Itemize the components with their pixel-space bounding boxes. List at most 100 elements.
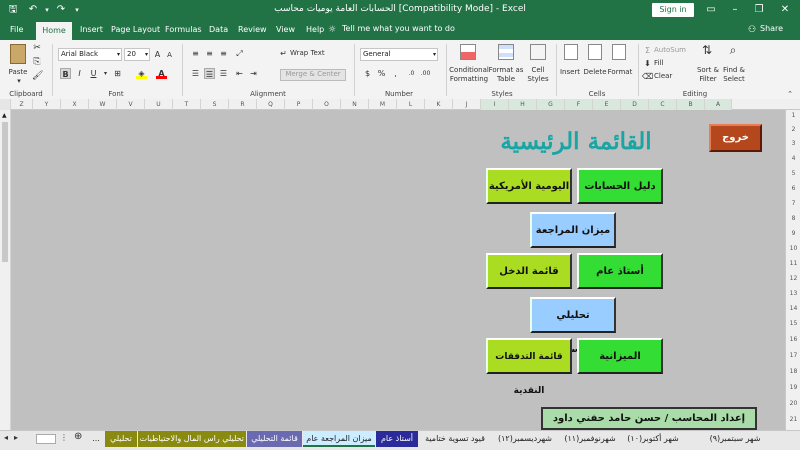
sheet-tab-active[interactable]: ميزان المراجعة عام bbox=[303, 431, 375, 447]
row-header[interactable]: 18 bbox=[786, 368, 800, 375]
paste-icon[interactable] bbox=[10, 44, 26, 64]
row-header[interactable]: 12 bbox=[786, 275, 800, 282]
number-format-combo[interactable]: General ▾ bbox=[360, 48, 438, 61]
eraser-icon[interactable]: ⌫ bbox=[642, 71, 653, 82]
sheet-tab[interactable]: شهر أكتوبر(١٠) bbox=[622, 431, 684, 447]
row-header[interactable]: 5 bbox=[786, 170, 800, 177]
sort-filter-icon[interactable]: ⇅ bbox=[700, 43, 714, 57]
cash-flow-button[interactable]: قائمة التدفقات النقدية bbox=[486, 338, 572, 396]
fill-button[interactable]: Fill bbox=[654, 59, 663, 68]
american-journal-button[interactable]: اليومية الأمريكية bbox=[486, 168, 572, 204]
close-icon[interactable]: ✕ bbox=[774, 2, 796, 18]
column-header[interactable]: P bbox=[285, 99, 313, 110]
row-header[interactable]: 15 bbox=[786, 320, 800, 327]
column-header[interactable]: W bbox=[89, 99, 117, 110]
row-header[interactable]: 17 bbox=[786, 352, 800, 359]
column-header[interactable]: Z bbox=[11, 99, 33, 110]
merge-center-button[interactable]: Merge & Center bbox=[280, 69, 346, 81]
conditional-formatting-button[interactable]: Conditional Formatting bbox=[448, 66, 490, 84]
column-header[interactable]: X bbox=[61, 99, 89, 110]
column-header[interactable]: M bbox=[369, 99, 397, 110]
wrap-text-button[interactable]: Wrap Text bbox=[290, 49, 325, 58]
underline-icon[interactable]: U bbox=[88, 68, 99, 79]
copy-icon[interactable]: ⎘ bbox=[32, 58, 42, 67]
column-header[interactable]: D bbox=[621, 99, 649, 110]
row-header[interactable]: 8 bbox=[786, 215, 800, 222]
column-header[interactable]: J bbox=[453, 99, 481, 110]
tab-help[interactable]: Help bbox=[306, 24, 324, 36]
balance-sheet-button[interactable]: الميزانية bbox=[577, 338, 663, 374]
tab-nav-right-icon[interactable]: ▸ bbox=[14, 433, 18, 442]
insert-button[interactable]: Insert bbox=[558, 68, 582, 77]
currency-icon[interactable]: $ bbox=[362, 68, 373, 79]
row-header[interactable]: 9 bbox=[786, 230, 800, 237]
search-icon[interactable]: ⌕ bbox=[726, 43, 740, 57]
account-analysis-button[interactable]: تحليلي الحسابات bbox=[530, 297, 616, 355]
font-name-combo[interactable]: Arial Black ▾ bbox=[58, 48, 122, 61]
fill-icon[interactable]: ⬇ bbox=[642, 58, 653, 69]
cut-icon[interactable]: ✂ bbox=[32, 44, 42, 53]
row-header[interactable]: 11 bbox=[786, 260, 800, 267]
column-header[interactable]: T bbox=[173, 99, 201, 110]
corner-cell[interactable] bbox=[0, 99, 11, 110]
align-middle-icon[interactable]: ≡ bbox=[204, 48, 215, 59]
clear-button[interactable]: Clear bbox=[654, 72, 672, 81]
underline-dropdown-icon[interactable]: ▾ bbox=[100, 68, 111, 79]
decrease-indent-icon[interactable]: ⇤ bbox=[234, 68, 245, 79]
column-header[interactable]: O bbox=[313, 99, 341, 110]
column-header[interactable]: Q bbox=[257, 99, 285, 110]
align-top-icon[interactable]: ≡ bbox=[190, 48, 201, 59]
sheet-tab[interactable]: تحليلي bbox=[105, 431, 137, 447]
row-header[interactable]: 3 bbox=[786, 140, 800, 147]
tab-formulas[interactable]: Formulas bbox=[165, 24, 202, 36]
format-painter-icon[interactable]: 🖌 bbox=[32, 72, 43, 81]
cell-styles-icon[interactable] bbox=[530, 44, 546, 60]
bold-icon[interactable]: B bbox=[60, 68, 71, 79]
new-sheet-icon[interactable]: ⊕ bbox=[74, 431, 82, 442]
tab-file[interactable]: File bbox=[10, 24, 23, 36]
row-header[interactable]: 14 bbox=[786, 305, 800, 312]
column-header[interactable]: S bbox=[201, 99, 229, 110]
tab-home[interactable]: Home bbox=[36, 22, 72, 40]
sheet-tab[interactable]: تحليلي راس المال والاحتياطيات bbox=[138, 431, 246, 447]
column-header[interactable]: Y bbox=[33, 99, 61, 110]
column-header[interactable]: K bbox=[425, 99, 453, 110]
sheet-tab[interactable]: قائمة التحليلي bbox=[247, 431, 302, 447]
increase-decimal-icon[interactable]: .0 bbox=[406, 68, 417, 79]
decrease-decimal-icon[interactable]: .00 bbox=[420, 68, 431, 79]
exit-button[interactable]: خروج bbox=[709, 124, 762, 152]
scroll-up-icon[interactable]: ▲ bbox=[2, 112, 7, 119]
tab-nav-left-icon[interactable]: ◂ bbox=[4, 433, 8, 442]
column-header[interactable]: I bbox=[481, 99, 509, 110]
tab-data[interactable]: Data bbox=[209, 24, 228, 36]
sheet-tab[interactable]: شهرنوفمبر(١١) bbox=[559, 431, 621, 447]
format-cells-icon[interactable] bbox=[612, 44, 626, 60]
tab-view[interactable]: View bbox=[276, 24, 295, 36]
sheet-tabs-more[interactable]: ... bbox=[88, 431, 104, 447]
undo-icon[interactable]: ↶ bbox=[26, 3, 40, 17]
find-select-button[interactable]: Find & Select bbox=[720, 66, 748, 84]
italic-icon[interactable]: I bbox=[74, 68, 85, 79]
row-header[interactable]: 10 bbox=[786, 245, 800, 252]
decrease-font-icon[interactable]: A bbox=[164, 50, 175, 61]
row-header[interactable]: 4 bbox=[786, 155, 800, 162]
row-header[interactable]: 19 bbox=[786, 384, 800, 391]
sign-in-button[interactable]: Sign in bbox=[652, 3, 694, 17]
sheet-tab[interactable]: شهرديسمبر(١٢) bbox=[492, 431, 558, 447]
scroll-thumb[interactable] bbox=[2, 122, 8, 262]
column-header[interactable]: G bbox=[537, 99, 565, 110]
delete-cells-icon[interactable] bbox=[588, 44, 602, 60]
increase-font-icon[interactable]: A bbox=[152, 49, 163, 60]
sort-filter-button[interactable]: Sort & Filter bbox=[694, 66, 722, 84]
share-button[interactable]: Share bbox=[760, 24, 783, 33]
font-size-combo[interactable]: 20 ▾ bbox=[124, 48, 150, 61]
column-header[interactable]: V bbox=[117, 99, 145, 110]
increase-indent-icon[interactable]: ⇥ bbox=[248, 68, 259, 79]
comma-style-icon[interactable]: , bbox=[390, 68, 401, 79]
paste-button[interactable]: Paste bbox=[6, 68, 30, 77]
format-as-table-icon[interactable] bbox=[498, 44, 514, 60]
delete-button[interactable]: Delete bbox=[582, 68, 608, 77]
horizontal-scrollbar[interactable] bbox=[36, 434, 56, 444]
align-bottom-icon[interactable]: ≡ bbox=[218, 48, 229, 59]
row-header[interactable]: 7 bbox=[786, 200, 800, 207]
